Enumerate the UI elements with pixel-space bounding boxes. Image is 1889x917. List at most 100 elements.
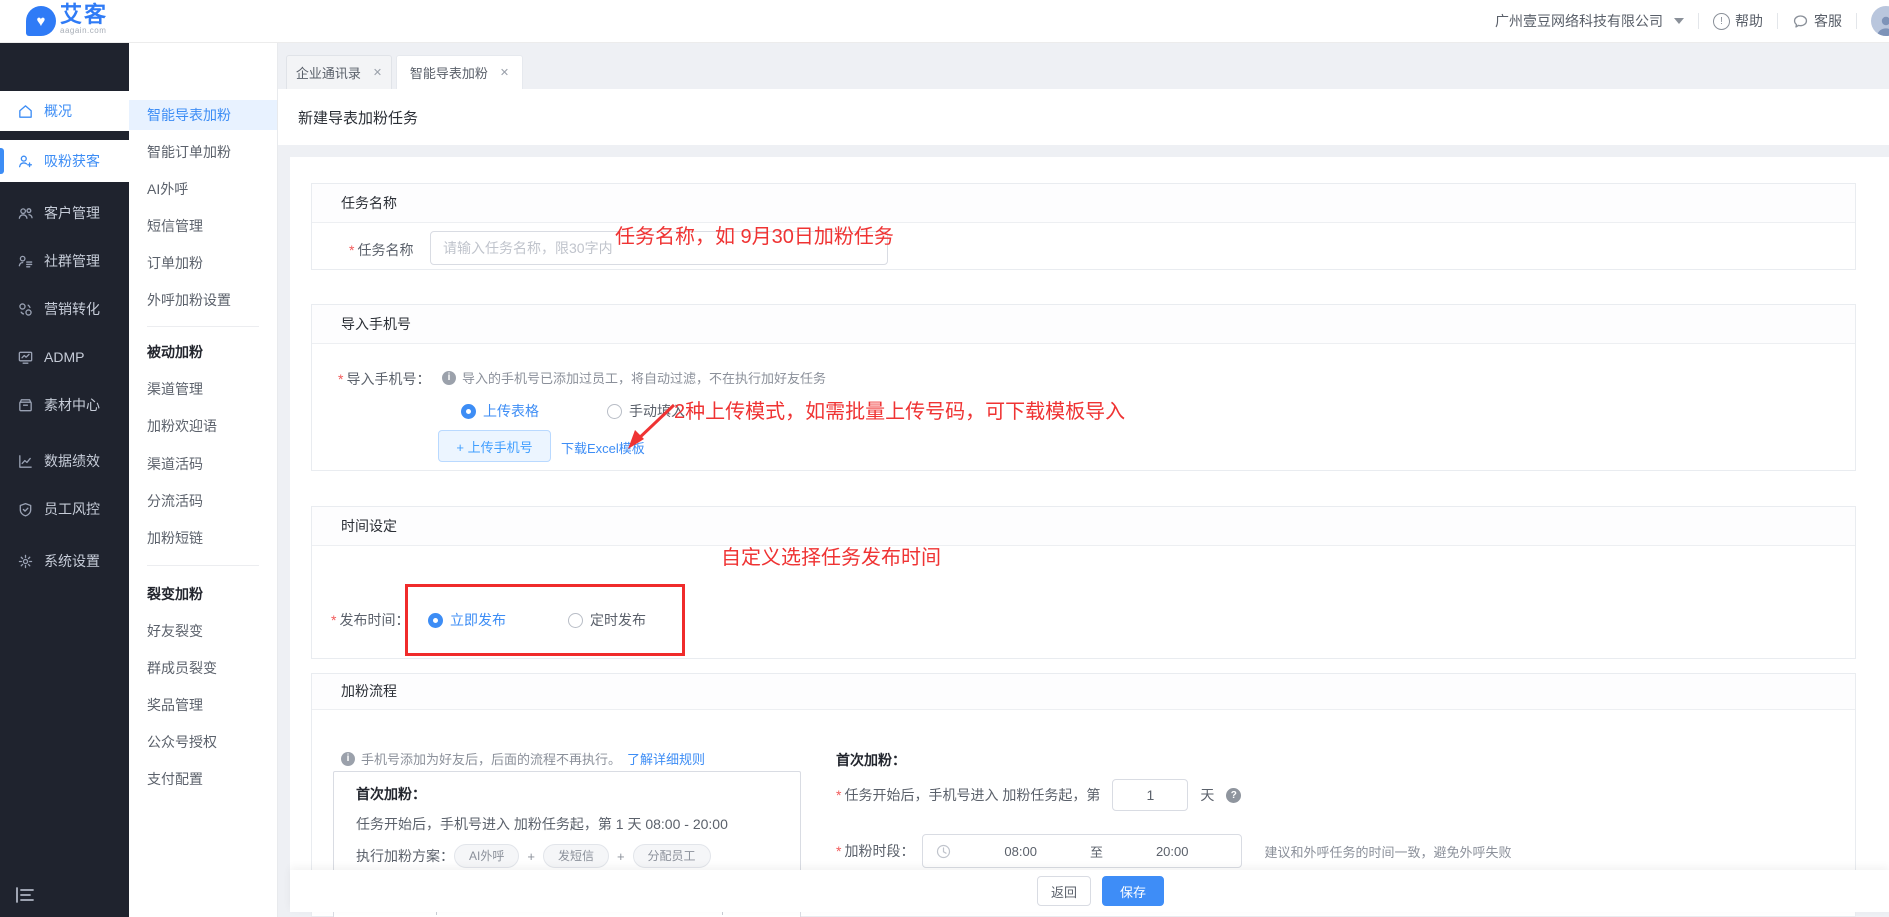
menu-item-call-settings[interactable]: 外呼加粉设置	[129, 285, 277, 315]
conversion-icon	[19, 302, 32, 316]
time-range-picker[interactable]: 08:00 至 20:00	[922, 834, 1243, 868]
plus-separator: +	[527, 848, 535, 864]
annotation-task-name: 任务名称，如 9月30日加粉任务	[615, 226, 894, 248]
radio-upload-table[interactable]	[461, 403, 476, 419]
shield-check-icon	[19, 502, 32, 516]
community-icon	[18, 255, 33, 267]
menu-item-short-link[interactable]: 加粉短链	[129, 523, 277, 553]
menu-item-friend-fission[interactable]: 好友裂变	[129, 616, 277, 646]
save-button[interactable]: 保存	[1102, 876, 1164, 906]
tag-ai-call[interactable]: AI外呼	[454, 844, 520, 868]
sidebar-item-admp[interactable]: ADMP	[0, 337, 129, 377]
day-number-input[interactable]	[1112, 779, 1189, 811]
flow-day-label: * 任务开始后，手机号进入 加粉任务起，第	[836, 787, 1101, 803]
menu-item-ai-call[interactable]: AI外呼	[129, 174, 277, 204]
sidebar-item-label: 营销转化	[44, 301, 100, 317]
flow-day-row: *任务开始后，手机号进入 加粉任务起，第 天 ?	[836, 779, 1242, 811]
person-icon	[1877, 16, 1889, 36]
section-task-name: 任务名称 *任务名称 任务名称，如 9月30日加粉任务	[311, 183, 1856, 270]
sidebar-item-overview[interactable]: 概况	[0, 91, 129, 131]
radio-upload-table-label[interactable]: 上传表格	[483, 401, 539, 421]
menu-item-split-qr[interactable]: 分流活码	[129, 486, 277, 516]
sidebar-item-label: 系统设置	[44, 553, 100, 569]
primary-sidebar: 概况 吸粉获客 客户管理 社群管理 营销转化 ADMP 素材中心 数据绩效 员工…	[0, 42, 129, 917]
import-phone-info: i 导入的手机号已添加过员工，将自动过滤，不在执行加好友任务	[442, 368, 826, 387]
menu-item-pay-config[interactable]: 支付配置	[129, 764, 277, 794]
active-indicator	[0, 148, 4, 174]
menu-group-title: 裂变加粉	[147, 586, 203, 602]
tab-contacts[interactable]: 企业通讯录 ✕	[286, 55, 392, 89]
help-icon: !	[1713, 12, 1730, 30]
question-mark-icon[interactable]: ?	[1226, 787, 1242, 803]
close-icon[interactable]: ✕	[500, 66, 509, 79]
sidebar-item-label: 员工风控	[44, 501, 100, 517]
sidebar-item-label: ADMP	[44, 349, 85, 365]
menu-item-prize[interactable]: 奖品管理	[129, 690, 277, 720]
user-avatar[interactable]	[1871, 6, 1889, 36]
user-add-icon	[18, 155, 33, 167]
help-label: 帮助	[1735, 13, 1763, 29]
page-title-bar: 新建导表加粉任务	[277, 89, 1889, 145]
company-selector[interactable]: 广州壹豆网络科技有限公司	[1495, 11, 1684, 31]
sidebar-item-settings[interactable]: 系统设置	[0, 541, 129, 581]
sidebar-item-analytics[interactable]: 数据绩效	[0, 441, 129, 481]
flow-step-title: 首次加粉：	[356, 786, 426, 802]
sidebar-item-community[interactable]: 社群管理	[0, 241, 129, 281]
flow-form-title: 首次加粉：	[836, 752, 906, 768]
annotation-publish-time: 自定义选择任务发布时间	[721, 547, 941, 569]
material-icon	[19, 398, 32, 411]
sidebar-item-label: 数据绩效	[44, 453, 100, 469]
section-title: 加粉流程	[312, 674, 1855, 710]
menu-item-order-fans[interactable]: 订单加粉	[129, 248, 277, 278]
logo-text: 艾客	[60, 2, 109, 27]
sidebar-item-risk-control[interactable]: 员工风控	[0, 489, 129, 529]
flow-step-plan: 执行加粉方案： AI外呼 + 发短信 + 分配员工	[356, 844, 711, 868]
period-hint: 建议和外呼任务的时间一致，避免外呼失败	[1264, 844, 1512, 860]
back-button[interactable]: 返回	[1037, 876, 1091, 906]
menu-item-group-fission[interactable]: 群成员裂变	[129, 653, 277, 683]
logo-heart-pin-icon: ♥	[26, 6, 56, 36]
sidebar-item-acquire-fans[interactable]: 吸粉获客	[0, 140, 129, 182]
menu-item-channel[interactable]: 渠道管理	[129, 374, 277, 404]
period-label: * 加粉时段：	[836, 843, 915, 859]
section-import-phone: 导入手机号 * 导入手机号： i 导入的手机号已添加过员工，将自动过滤，不在执行加…	[311, 304, 1856, 471]
flow-step-card[interactable]: 首次加粉： 任务开始后，手机号进入 加粉任务起，第 1 天 08:00 - 20…	[333, 771, 801, 883]
close-icon[interactable]: ✕	[373, 66, 382, 79]
sidebar-item-customers[interactable]: 客户管理	[0, 193, 129, 233]
admp-icon	[18, 351, 33, 364]
service-button[interactable]: 客服	[1792, 11, 1842, 31]
tag-assign-staff[interactable]: 分配员工	[632, 844, 711, 868]
time-start: 08:00	[1004, 843, 1037, 859]
menu-group-title: 被动加粉	[147, 344, 203, 360]
clock-icon	[937, 844, 951, 858]
import-phone-label: * 导入手机号：	[338, 371, 431, 387]
section-title: 时间设定	[312, 507, 1855, 546]
tag-send-sms[interactable]: 发短信	[542, 844, 609, 868]
menu-item-channel-qr[interactable]: 渠道活码	[129, 449, 277, 479]
menu-item-smart-import[interactable]: 智能导表加粉	[129, 100, 277, 130]
sidebar-item-conversion[interactable]: 营销转化	[0, 289, 129, 329]
required-mark: *	[836, 787, 842, 803]
help-button[interactable]: ! 帮助	[1713, 11, 1763, 31]
menu-item-sms[interactable]: 短信管理	[129, 211, 277, 241]
rules-link[interactable]: 了解详细规则	[627, 749, 705, 768]
secondary-sidebar: 主动加粉 智能导表加粉 智能订单加粉 AI外呼 短信管理 订单加粉 外呼加粉设置…	[129, 42, 278, 917]
upload-phone-button[interactable]: + 上传手机号	[438, 430, 551, 462]
required-mark: *	[331, 612, 337, 628]
footer-bar: 返回 保存	[290, 870, 1889, 912]
content-area: 企业通讯录 ✕ 智能导表加粉 ✕ 新建导表加粉任务 任务名称 *任务名称 任务名…	[277, 42, 1889, 917]
sidebar-item-material[interactable]: 素材中心	[0, 385, 129, 425]
collapse-sidebar-icon[interactable]	[15, 886, 35, 904]
tab-smart-import[interactable]: 智能导表加粉 ✕	[396, 55, 523, 89]
menu-item-smart-order[interactable]: 智能订单加粉	[129, 137, 277, 167]
service-label: 客服	[1814, 13, 1842, 29]
plus-separator: +	[616, 848, 625, 864]
logo[interactable]: ♥ 艾客 aagain.com	[26, 4, 108, 36]
time-end: 20:00	[1155, 843, 1189, 859]
annotation-upload-mode: 2种上传模式，如需批量上传号码，可下载模板导入	[674, 401, 1126, 423]
red-arrow-annotation	[628, 403, 676, 449]
menu-item-official-auth[interactable]: 公众号授权	[129, 727, 277, 757]
company-name: 广州壹豆网络科技有限公司	[1495, 13, 1663, 29]
sidebar-item-label: 社群管理	[44, 253, 100, 269]
menu-item-welcome[interactable]: 加粉欢迎语	[129, 411, 277, 441]
